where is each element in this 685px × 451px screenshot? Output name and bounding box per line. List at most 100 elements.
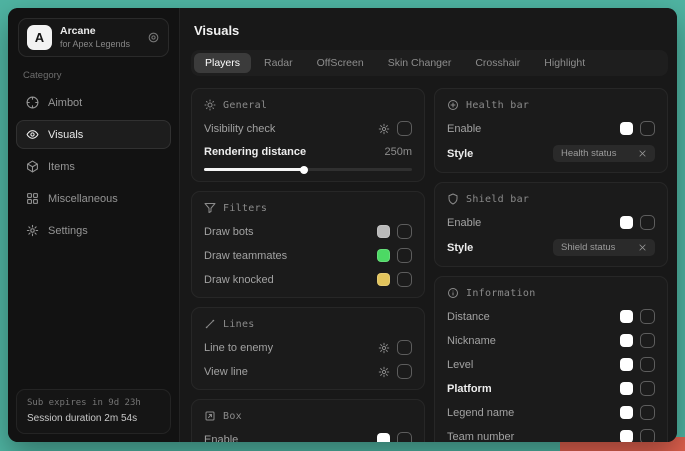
card-information: InformationDistanceNicknameLevelPlatform… [434,276,668,442]
row-legend-name: Legend name [447,405,655,420]
main-content: Visuals PlayersRadarOffScreenSkin Change… [180,8,677,442]
nickname-checkbox[interactable] [640,333,655,348]
tab-crosshair[interactable]: Crosshair [464,53,531,73]
platform-color-swatch[interactable] [620,382,633,395]
row-visibility-check: Visibility check [204,121,412,136]
row-label: Visibility check [204,123,275,135]
sidebar-item-visuals[interactable]: Visuals [16,120,171,149]
clear-icon[interactable] [638,149,647,158]
sidebar-item-aimbot[interactable]: Aimbot [16,88,171,117]
card-general: General Visibility check Rendering distanc… [191,88,425,182]
style-select[interactable]: Health status [553,145,655,162]
level-checkbox[interactable] [640,357,655,372]
tab-highlight[interactable]: Highlight [533,53,596,73]
clear-icon[interactable] [638,243,647,252]
visibility-check-checkbox[interactable] [397,121,412,136]
target-icon[interactable] [147,31,160,44]
row-label: Enable [447,123,481,135]
row-draw-knocked: Draw knocked [204,272,412,287]
card-header: General [204,99,412,111]
app-subtitle: for Apex Legends [60,39,139,51]
card-title: General [223,100,267,111]
health-icon [447,99,459,111]
draw-teammates-color-swatch[interactable] [377,249,390,262]
card-header: Information [447,287,655,299]
funnel-icon [204,202,216,214]
card-health-bar: Health barEnableStyleHealth status [434,88,668,173]
view-line-checkbox[interactable] [397,364,412,379]
team-number-color-swatch[interactable] [620,430,633,442]
card-header: Box [204,410,412,422]
app-header-card: A Arcane for Apex Legends [18,18,169,57]
sidebar: A Arcane for Apex Legends Category Aimbo… [8,8,180,442]
row-enable: Enable [447,215,655,230]
row-label: Platform [447,383,492,395]
slider-thumb[interactable] [300,166,308,174]
sidebar-item-miscellaneous[interactable]: Miscellaneous [16,184,171,213]
row-draw-bots: Draw bots [204,224,412,239]
enable-checkbox[interactable] [640,121,655,136]
row-label: Line to enemy [204,342,273,354]
box-icon [204,410,216,422]
legend-name-color-swatch[interactable] [620,406,633,419]
row-line-to-enemy: Line to enemy [204,340,412,355]
sidebar-item-label: Aimbot [48,97,82,109]
app-name: Arcane [60,25,139,39]
card-box: BoxEnableEnable background [191,399,425,442]
left-column: General Visibility check Rendering distanc… [191,88,425,442]
info-icon [447,287,459,299]
right-column: Health bar Enable Style Health status Shield… [434,88,668,442]
level-color-swatch[interactable] [620,358,633,371]
draw-bots-checkbox[interactable] [397,224,412,239]
gear-icon[interactable] [378,123,390,135]
app-logo: A [27,25,52,50]
distance-checkbox[interactable] [640,309,655,324]
enable-color-swatch[interactable] [377,433,390,442]
card-shield-bar: Shield barEnableStyleShield status [434,182,668,267]
draw-knocked-color-swatch[interactable] [377,273,390,286]
gear-icon[interactable] [378,366,390,378]
card-title: Filters [223,203,267,214]
row-enable: Enable [447,121,655,136]
cube-icon [26,160,39,173]
slider-fill [204,168,304,171]
team-number-checkbox[interactable] [640,429,655,442]
eye-icon [26,128,39,141]
row-label: Style [447,242,473,254]
row-platform: Platform [447,381,655,396]
line-to-enemy-checkbox[interactable] [397,340,412,355]
tab-radar[interactable]: Radar [253,53,304,73]
tab-offscreen[interactable]: OffScreen [306,53,375,73]
draw-bots-color-swatch[interactable] [377,225,390,238]
row-draw-teammates: Draw teammates [204,248,412,263]
row-rendering-distance: Rendering distance250m [204,145,412,171]
row-team-number: Team number [447,429,655,442]
tab-skin-changer[interactable]: Skin Changer [377,53,463,73]
card-title: Health bar [466,100,529,111]
row-nickname: Nickname [447,333,655,348]
gear-icon[interactable] [378,342,390,354]
draw-knocked-checkbox[interactable] [397,272,412,287]
row-label: Enable [447,217,481,229]
session-duration-text: Session duration 2m 54s [27,411,160,427]
platform-checkbox[interactable] [640,381,655,396]
nickname-color-swatch[interactable] [620,334,633,347]
desktop-background: A Arcane for Apex Legends Category Aimbo… [0,0,685,451]
sidebar-item-items[interactable]: Items [16,152,171,181]
row-label: Legend name [447,407,514,419]
grid-icon [26,192,39,205]
card-title: Lines [223,319,255,330]
tab-players[interactable]: Players [194,53,251,73]
app-meta: Arcane for Apex Legends [60,25,139,50]
rendering-distance-slider[interactable] [204,168,412,171]
enable-color-swatch[interactable] [620,216,633,229]
draw-teammates-checkbox[interactable] [397,248,412,263]
enable-checkbox[interactable] [640,215,655,230]
style-select[interactable]: Shield status [553,239,655,256]
sidebar-item-settings[interactable]: Settings [16,216,171,245]
enable-color-swatch[interactable] [620,122,633,135]
distance-color-swatch[interactable] [620,310,633,323]
enable-checkbox[interactable] [397,432,412,442]
sidebar-item-label: Miscellaneous [48,193,118,205]
legend-name-checkbox[interactable] [640,405,655,420]
